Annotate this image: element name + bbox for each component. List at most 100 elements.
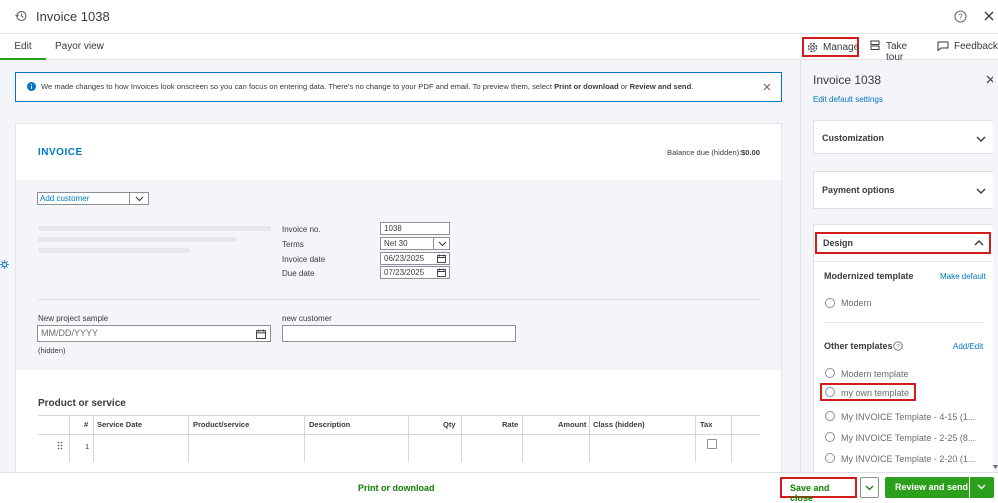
calendar-icon[interactable]: [437, 268, 446, 277]
section-divider: [38, 299, 760, 300]
col-rate-header: Rate: [502, 420, 519, 429]
make-default-link[interactable]: Make default: [940, 272, 986, 281]
drag-handle-icon[interactable]: [57, 441, 63, 450]
info-icon[interactable]: ?: [893, 341, 903, 351]
add-edit-link[interactable]: Add/Edit: [953, 342, 983, 351]
print-or-download-button[interactable]: Print or download: [358, 483, 435, 493]
my-own-template-option[interactable]: my own template: [820, 383, 916, 401]
chevron-down-icon[interactable]: [976, 136, 986, 142]
side-title: Invoice 1038: [813, 73, 882, 87]
send-options-dropdown[interactable]: [970, 477, 994, 498]
manage-button[interactable]: Manage: [802, 37, 859, 57]
feedback-label: Feedback: [954, 41, 998, 52]
payment-options-title: Payment options: [822, 185, 895, 195]
due-date-input[interactable]: 07/23/2025: [380, 266, 450, 279]
notice-review-link[interactable]: Review and send: [630, 82, 692, 91]
customization-title: Customization: [822, 133, 884, 143]
col-divider: [69, 416, 70, 462]
design-title: Design: [823, 238, 854, 248]
terms-value: Net 30: [384, 239, 408, 248]
top-bar: Invoice 1038 ?: [0, 0, 998, 34]
invoice-no-label: Invoice no.: [282, 225, 321, 234]
col-divider: [731, 416, 732, 462]
customer-placeholder: Add customer: [40, 194, 90, 203]
scrollbar[interactable]: [993, 60, 998, 472]
tab-edit-label: Edit: [14, 41, 32, 52]
balance-due-value: $0.00: [741, 148, 761, 157]
template-radio[interactable]: [825, 453, 835, 463]
calendar-icon[interactable]: [256, 329, 266, 339]
review-and-send-label: Review and send: [895, 482, 969, 492]
customer-section: Add customer Invoice no. 1038 Terms Net …: [16, 180, 781, 370]
template-radio[interactable]: [825, 387, 835, 397]
template-label: My INVOICE Template - 4-15 (1...: [841, 412, 976, 422]
invoice-form: INVOICE Balance due (hidden): $0.00 Add …: [15, 123, 782, 472]
product-heading: Product or service: [38, 398, 126, 409]
save-and-close-button[interactable]: Save and close: [780, 477, 857, 503]
modern-radio[interactable]: [825, 298, 835, 308]
design-section: Design Modernized template Make default …: [813, 224, 994, 472]
chevron-down-icon: [977, 484, 986, 490]
take-tour-button[interactable]: Take tour: [870, 40, 926, 63]
tab-payor-view[interactable]: Payor view: [55, 34, 104, 60]
help-icon[interactable]: ?: [954, 10, 967, 23]
edit-default-link[interactable]: Edit default settings: [813, 95, 883, 104]
table-header-divider: [38, 434, 760, 435]
col-description-header: Description: [309, 420, 351, 429]
invoice-heading: INVOICE: [38, 147, 83, 158]
invoice-no-input[interactable]: 1038: [380, 222, 450, 235]
new-customer-label: new customer: [282, 314, 332, 323]
new-customer-input[interactable]: [282, 325, 516, 342]
terms-select[interactable]: Net 30: [380, 237, 450, 250]
chevron-up-icon[interactable]: [974, 240, 984, 246]
col-divider: [304, 416, 305, 462]
tab-edit[interactable]: Edit: [0, 34, 46, 60]
skeleton-line: [38, 237, 237, 242]
close-icon[interactable]: [984, 11, 994, 21]
tab-payor-view-label: Payor view: [55, 41, 104, 52]
hidden-note: (hidden): [38, 346, 66, 355]
save-options-dropdown[interactable]: [860, 477, 879, 498]
col-divider: [461, 416, 462, 462]
feedback-button[interactable]: Feedback: [937, 40, 998, 54]
col-divider: [589, 416, 590, 462]
modern-label: Modern: [841, 298, 872, 308]
other-templates-label: Other templates: [824, 341, 893, 351]
customize-panel: Invoice 1038 Edit default settings Custo…: [800, 60, 998, 472]
history-icon[interactable]: [15, 10, 27, 22]
col-divider: [188, 416, 189, 462]
template-radio[interactable]: [825, 368, 835, 378]
chevron-down-icon[interactable]: [438, 241, 447, 247]
design-header[interactable]: Design: [815, 232, 991, 254]
review-and-send-button[interactable]: Review and send: [885, 477, 969, 498]
chevron-down-icon[interactable]: [976, 188, 986, 194]
notice-print-link[interactable]: Print or download: [554, 82, 619, 91]
row-number: 1: [85, 442, 90, 451]
terms-label: Terms: [282, 240, 304, 249]
info-icon: [27, 82, 36, 91]
notice-close-icon[interactable]: [763, 83, 771, 91]
customization-section[interactable]: Customization: [813, 120, 994, 154]
design-divider: [814, 261, 993, 262]
template-radio[interactable]: [825, 411, 835, 421]
template-radio[interactable]: [825, 432, 835, 442]
tax-checkbox[interactable]: [707, 439, 717, 449]
calendar-icon[interactable]: [437, 254, 446, 263]
customer-select[interactable]: Add customer: [37, 192, 149, 205]
chevron-down-icon[interactable]: [135, 196, 144, 202]
invoice-date-input[interactable]: 06/23/2025: [380, 252, 450, 265]
manage-label: Manage: [823, 42, 860, 53]
col-amount-header: Amount: [558, 420, 587, 429]
payment-options-section[interactable]: Payment options: [813, 171, 994, 209]
assistant-icon[interactable]: [0, 260, 9, 269]
template-label: My INVOICE Template - 2-20 (1...: [841, 454, 976, 464]
notice-banner: We made changes to how Invoices look ons…: [15, 72, 782, 102]
scroll-down-arrow[interactable]: [993, 465, 998, 469]
project-date-input[interactable]: MM/DD/YYYY: [37, 325, 271, 342]
balance-due-label: Balance due (hidden):: [667, 148, 742, 157]
page-title: Invoice 1038: [36, 9, 110, 24]
invoice-main: We made changes to how Invoices look ons…: [0, 60, 800, 472]
col-divider: [408, 416, 409, 462]
chevron-down-icon: [865, 485, 874, 491]
col-qty-header: Qty: [443, 420, 456, 429]
